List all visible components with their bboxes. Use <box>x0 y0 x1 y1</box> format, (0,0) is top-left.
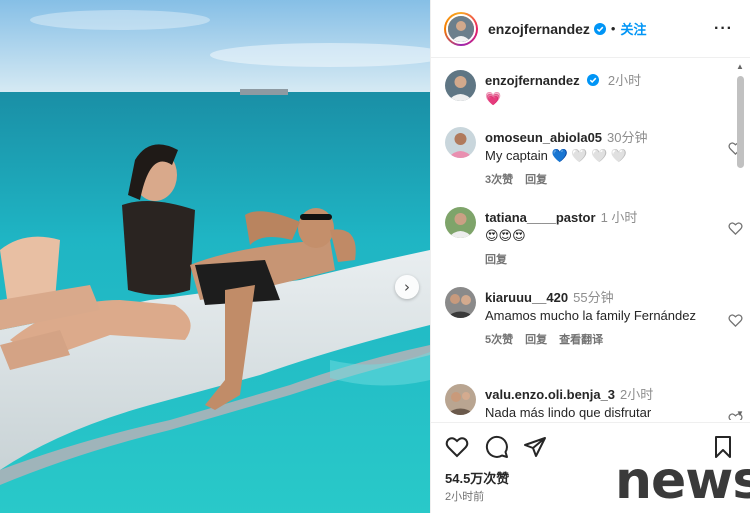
verified-badge-icon <box>587 74 600 86</box>
comment-text: Nada más lindo que disfrutar <box>485 405 652 420</box>
avatar[interactable] <box>445 207 476 238</box>
avatar[interactable] <box>445 384 476 415</box>
likes-count[interactable]: 54.5万次赞 <box>445 468 509 487</box>
comment-username[interactable]: omoseun_abiola05 <box>485 130 602 145</box>
comments-list: enzojfernandez 2小时 💗 omoseun_abiola05 30分… <box>431 59 750 420</box>
reply-button[interactable]: 回复 <box>485 254 507 266</box>
reply-button[interactable]: 回复 <box>525 334 547 346</box>
share-icon[interactable] <box>523 435 547 459</box>
comment-time: 30分钟 <box>607 130 648 145</box>
comment-likes[interactable]: 3次赞 <box>485 174 513 186</box>
comment-time: 55分钟 <box>573 290 614 305</box>
comment-icon[interactable] <box>485 435 509 459</box>
reply-button[interactable]: 回复 <box>525 174 547 186</box>
heart-icon[interactable] <box>445 435 469 459</box>
caption-time: 2小时 <box>607 73 642 88</box>
author-username[interactable]: enzojfernandez <box>488 21 590 37</box>
beach-photo-illustration <box>0 0 430 513</box>
comment-text: My captain 💙 🤍 🤍 🤍 <box>485 148 628 163</box>
post-header: enzojfernandez • 关注 ··· <box>431 0 750 58</box>
follow-button[interactable]: 关注 <box>620 19 646 38</box>
caption-text: 💗 <box>485 91 502 106</box>
author-avatar[interactable] <box>444 11 478 46</box>
caption-username[interactable]: enzojfernandez <box>485 73 580 88</box>
avatar[interactable] <box>445 287 476 318</box>
avatar[interactable] <box>445 127 476 158</box>
verified-badge-icon <box>593 22 606 35</box>
comment-username[interactable]: tatiana____pastor <box>485 210 596 225</box>
scrollbar-thumb[interactable] <box>737 76 744 168</box>
more-options-icon[interactable]: ··· <box>714 20 733 38</box>
comment-time: 1 小时 <box>600 210 638 225</box>
separator-dot: • <box>610 21 616 36</box>
avatar[interactable] <box>445 70 476 101</box>
post-time: 2小时前 <box>445 491 485 503</box>
comment-text: Amamos mucho la family Fernández <box>485 308 696 323</box>
watermark-text: news <box>615 451 750 511</box>
next-photo-button[interactable]: › <box>395 275 419 299</box>
scroll-up-icon[interactable]: ▲ <box>736 62 744 71</box>
chevron-right-icon: › <box>404 277 410 296</box>
scroll-down-icon[interactable]: ▼ <box>736 409 744 418</box>
translate-link[interactable]: 查看翻译 <box>559 334 603 346</box>
comment-likes[interactable]: 5次赞 <box>485 334 513 346</box>
post-side-panel: enzojfernandez • 关注 ··· enzojfernandez 2… <box>430 0 750 513</box>
comment-username[interactable]: kiaruuu__420 <box>485 290 568 305</box>
comment-username[interactable]: valu.enzo.oli.benja_3 <box>485 387 615 402</box>
comment-time: 2小时 <box>620 387 654 402</box>
comment-text: 😍😍😍 <box>485 228 526 243</box>
post-photo: › <box>0 0 430 513</box>
comments-scrollbar[interactable]: ▲ ▼ <box>734 62 746 418</box>
